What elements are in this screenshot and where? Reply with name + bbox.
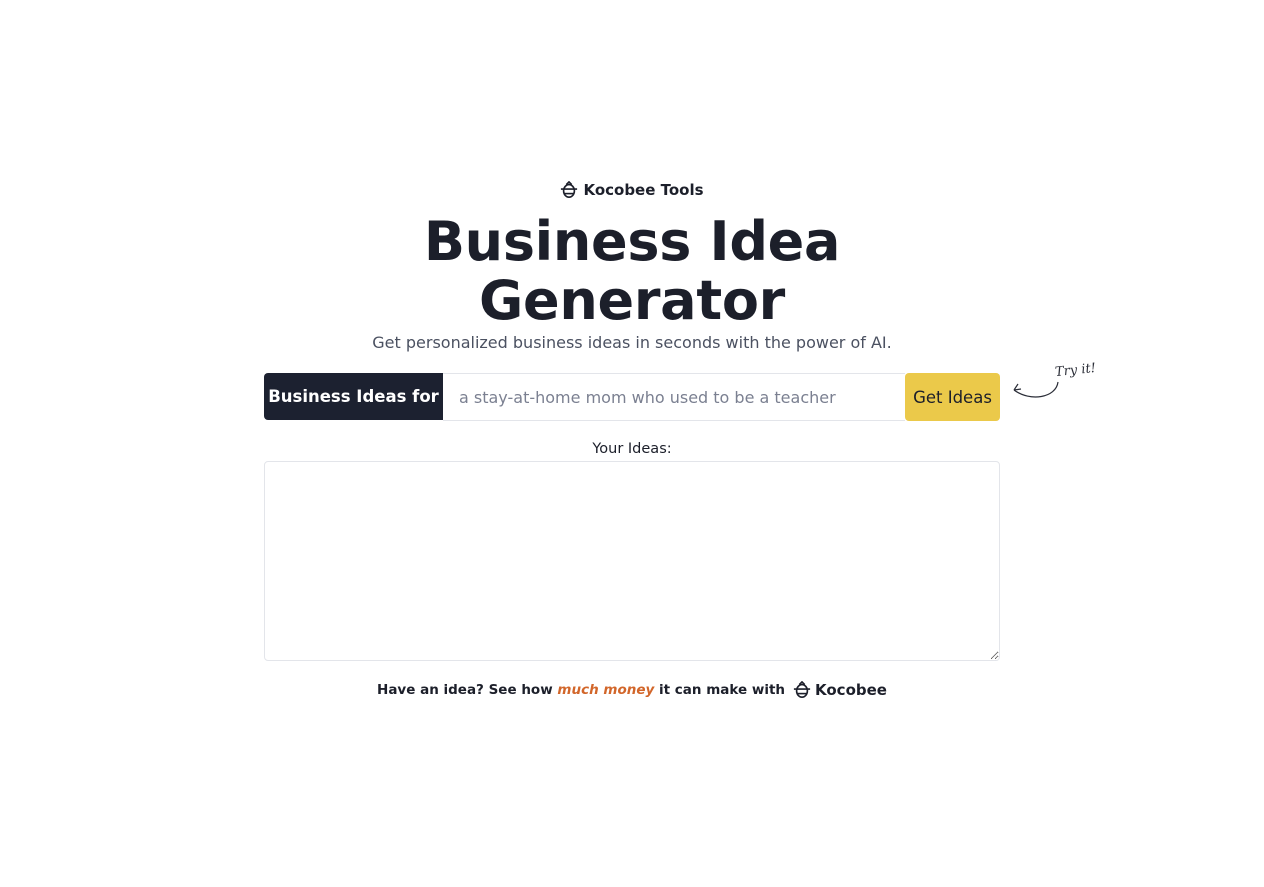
try-it-text: Try it! bbox=[1054, 360, 1097, 381]
brand-header: Kocobee Tools bbox=[0, 178, 1264, 202]
audience-input[interactable] bbox=[443, 373, 905, 421]
get-ideas-button[interactable]: Get Ideas bbox=[905, 373, 1000, 421]
try-it-hint: Try it! bbox=[1008, 360, 1100, 404]
footer-cta: Have an idea? See how much money it can … bbox=[0, 678, 1264, 702]
page-subtitle: Get personalized business ideas in secon… bbox=[372, 333, 892, 352]
footer-highlight: much money bbox=[557, 682, 655, 698]
idea-form: Business Ideas for Get Ideas bbox=[264, 373, 1000, 421]
page-title-line-1: Business Idea bbox=[423, 210, 841, 273]
prefix-label: Business Ideas for bbox=[264, 373, 443, 420]
footer-logo-text: Kocobee bbox=[815, 681, 887, 699]
brand-name: Kocobee Tools bbox=[583, 181, 704, 199]
footer-text-before: Have an idea? See how bbox=[377, 682, 558, 698]
kocobee-logo-icon bbox=[793, 681, 811, 699]
page-title-line-2: Generator bbox=[479, 269, 785, 332]
ideas-output[interactable] bbox=[264, 461, 1000, 661]
ideas-label: Your Ideas: bbox=[592, 441, 672, 457]
kocobee-link[interactable]: Kocobee bbox=[793, 681, 887, 699]
page-title: Business Idea Generator bbox=[0, 212, 1264, 330]
kocobee-logo-icon bbox=[560, 181, 578, 199]
footer-text-after: it can make with bbox=[654, 682, 786, 698]
